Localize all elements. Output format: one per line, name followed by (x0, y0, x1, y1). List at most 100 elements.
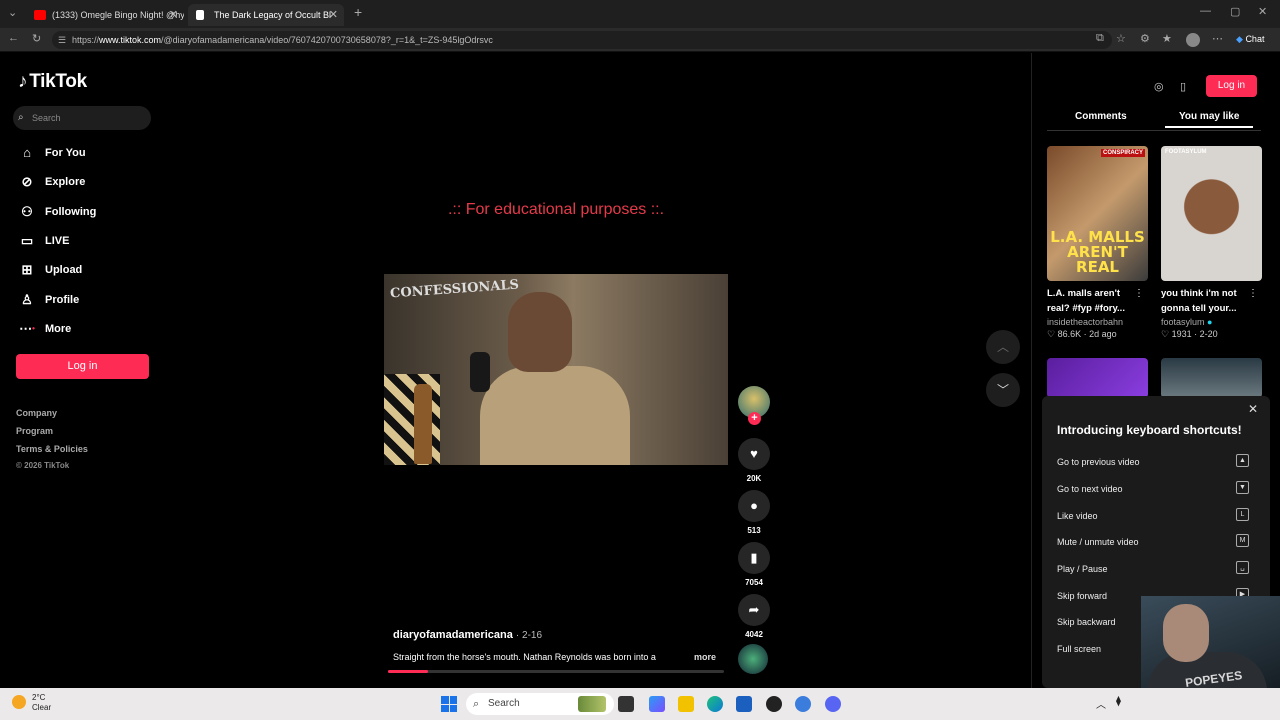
more-button[interactable]: more (694, 652, 716, 662)
share-button[interactable]: ➦ (738, 594, 770, 626)
card-author[interactable]: footasylum ● (1161, 317, 1262, 327)
weather-widget[interactable]: 2°C Clear (12, 693, 51, 713)
sidebar-item-explore[interactable]: ⊘ Explore (17, 171, 157, 193)
sidebar-item-following[interactable]: ⚇ Following (17, 201, 157, 223)
author-name[interactable]: diaryofamadamericana (393, 629, 513, 641)
sidebar-item-profile[interactable]: ♙ Profile (17, 289, 157, 311)
compass-icon: ⊘ (21, 174, 33, 189)
footer-link-company[interactable]: Company (16, 408, 57, 418)
login-button[interactable]: Log in (16, 354, 149, 379)
recommended-card[interactable]: FOOTASYLUM you think i'm not gonna tell … (1161, 146, 1262, 340)
card-menu-icon[interactable]: ⋮ (1248, 288, 1258, 299)
device-icon[interactable]: ▯ (1180, 80, 1186, 93)
card-title[interactable]: L.A. malls aren't real? #fyp #fory... (1047, 286, 1139, 316)
sidebar-item-more[interactable]: ⋯• More (17, 318, 157, 340)
tiktok-favicon-icon (196, 10, 204, 20)
tray-chevron-up-icon[interactable]: ︿ (1096, 696, 1106, 711)
card-title[interactable]: you think i'm not gonna tell your... (1161, 286, 1253, 316)
tab-list-icon[interactable]: ⌄ (8, 6, 17, 19)
obs-app-icon[interactable] (766, 696, 782, 712)
card-date: 2d ago (1089, 329, 1117, 339)
url-host: www.tiktok.com (99, 35, 162, 45)
discord-app-icon[interactable] (825, 696, 841, 712)
shortcut-row: Like video L (1057, 508, 1249, 521)
sidebar-item-live[interactable]: ▭ LIVE (17, 230, 157, 252)
browser-tab-1[interactable]: (1333) Omegle Bingo Night! @hy ✕ (26, 4, 184, 26)
new-tab-icon[interactable]: + (354, 4, 362, 20)
weather-condition: Clear (32, 703, 52, 712)
footer-link-program[interactable]: Program (16, 426, 53, 436)
settings-menu-icon[interactable]: ⋯ (1212, 32, 1223, 45)
tiktok-logo[interactable]: ♪ TikTok (18, 71, 87, 93)
maximize-icon[interactable]: ▢ (1230, 5, 1240, 18)
shortcut-key: M (1236, 534, 1249, 547)
weather-sun-icon (12, 695, 26, 709)
file-explorer-icon[interactable] (678, 696, 694, 712)
tray-network-icon[interactable]: ⧫ (1116, 696, 1121, 707)
card-likes: 1931 (1171, 329, 1192, 339)
follow-plus-icon[interactable]: + (748, 412, 761, 425)
video-progress-fill (388, 670, 429, 673)
card-thumbnail[interactable]: CONSPIRACY L.A. MALLS AREN'T REAL (1047, 146, 1148, 281)
copilot-chat-button[interactable]: ◆ Chat (1236, 34, 1264, 45)
site-info-icon[interactable]: ☰ (58, 31, 66, 49)
video-progress-bar[interactable] (388, 670, 724, 673)
minimize-icon[interactable]: — (1200, 5, 1211, 17)
video-description: Straight from the horse's mouth. Nathan … (393, 652, 656, 662)
card-menu-icon[interactable]: ⋮ (1134, 288, 1144, 299)
save-button[interactable]: ▮ (738, 542, 770, 574)
video-player[interactable]: CONFESSIONALS (384, 274, 728, 465)
search-input[interactable]: ⌕ Search (13, 106, 151, 130)
video-scene-bottle (414, 384, 432, 464)
previous-video-button[interactable]: ︿ (986, 330, 1020, 364)
widgets-app-icon[interactable] (649, 696, 665, 712)
sidebar-item-upload[interactable]: ⊞ Upload (17, 259, 157, 281)
card-thumbnail[interactable] (1047, 358, 1148, 398)
get-app-icon[interactable]: ◎ (1154, 80, 1164, 93)
card-thumbnail[interactable] (1161, 358, 1262, 398)
reload-icon[interactable]: ↻ (32, 32, 41, 45)
extensions-icon[interactable]: ⚙ (1140, 32, 1150, 45)
app-available-icon[interactable]: ⧉ (1096, 32, 1104, 45)
url-field[interactable]: ☰ https://www.tiktok.com/@diaryofamadame… (52, 31, 1112, 49)
search-highlight-icon[interactable] (578, 696, 606, 712)
verified-badge-icon: ● (1207, 317, 1213, 327)
shortcut-row: Play / Pause ␣ (1057, 561, 1249, 574)
back-icon[interactable]: ← (8, 32, 19, 44)
tab-comments[interactable]: Comments (1075, 111, 1127, 122)
url-path: /@diaryofamadamericana/video/76074207007… (161, 35, 493, 45)
right-panel: ◎ ▯ Log in Comments You may like CONSPIR… (1031, 53, 1280, 688)
music-disc-icon[interactable] (738, 644, 768, 674)
favorite-star-icon[interactable]: ☆ (1116, 32, 1126, 45)
tab-you-may-like[interactable]: You may like (1164, 111, 1254, 128)
close-tab-icon[interactable]: ✕ (329, 4, 338, 26)
store-app-icon[interactable] (736, 696, 752, 712)
comment-button[interactable]: ● (738, 490, 770, 522)
card-badge: FOOTASYLUM (1165, 149, 1207, 155)
card-author[interactable]: insidetheactorbahn (1047, 317, 1148, 327)
bookmark-icon: ▮ (750, 550, 758, 565)
shortcut-key: ▼ (1236, 481, 1249, 494)
app-icon[interactable] (795, 696, 811, 712)
footer-link-terms[interactable]: Terms & Policies (16, 444, 88, 454)
video-author[interactable]: diaryofamadamericana · 2-16 (393, 629, 542, 641)
card-thumbnail[interactable]: FOOTASYLUM (1161, 146, 1262, 281)
sidebar-item-for-you[interactable]: ⌂ For You (17, 142, 157, 164)
windows-start-icon[interactable] (441, 696, 457, 712)
edge-browser-icon[interactable] (707, 696, 723, 712)
youtube-favicon-icon (34, 10, 46, 20)
like-button[interactable]: ♥ (738, 438, 770, 470)
logo-text: TikTok (29, 71, 87, 92)
task-view-icon[interactable] (618, 696, 634, 712)
favorites-icon[interactable]: ★ (1162, 32, 1172, 45)
close-icon[interactable]: ✕ (1248, 402, 1258, 416)
header-login-button[interactable]: Log in (1206, 75, 1257, 97)
recommended-card[interactable]: CONSPIRACY L.A. MALLS AREN'T REAL L.A. m… (1047, 146, 1148, 340)
next-video-button[interactable]: ﹀ (986, 373, 1020, 407)
save-count: 7054 (745, 578, 763, 587)
browser-tab-2[interactable]: The Dark Legacy of Occult Bl ✕ (188, 4, 344, 26)
close-window-icon[interactable]: ✕ (1258, 5, 1267, 18)
close-tab-icon[interactable]: ✕ (169, 4, 178, 26)
profile-avatar[interactable] (1186, 33, 1200, 47)
card-date: 2-20 (1199, 329, 1218, 339)
